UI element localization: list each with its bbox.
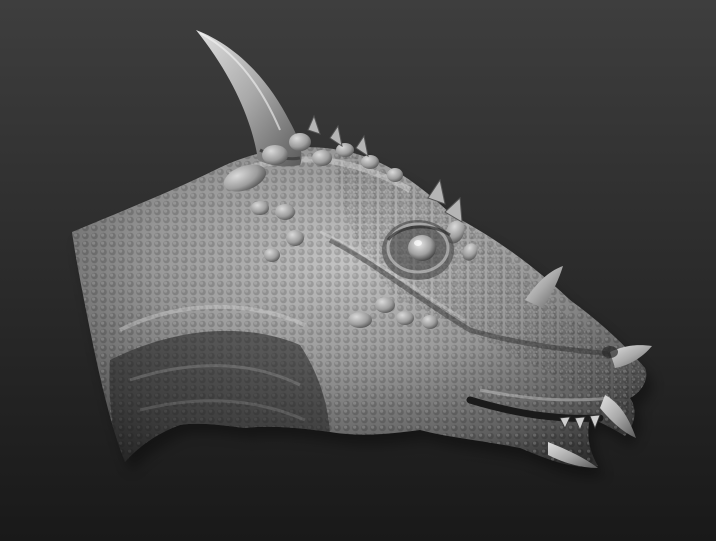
dragon-sculpt-render [72, 30, 653, 477]
horn [196, 30, 302, 167]
sculpt-viewport[interactable] [0, 0, 716, 541]
dragon-head [72, 147, 647, 467]
eye [382, 220, 454, 280]
nostril [602, 346, 618, 358]
